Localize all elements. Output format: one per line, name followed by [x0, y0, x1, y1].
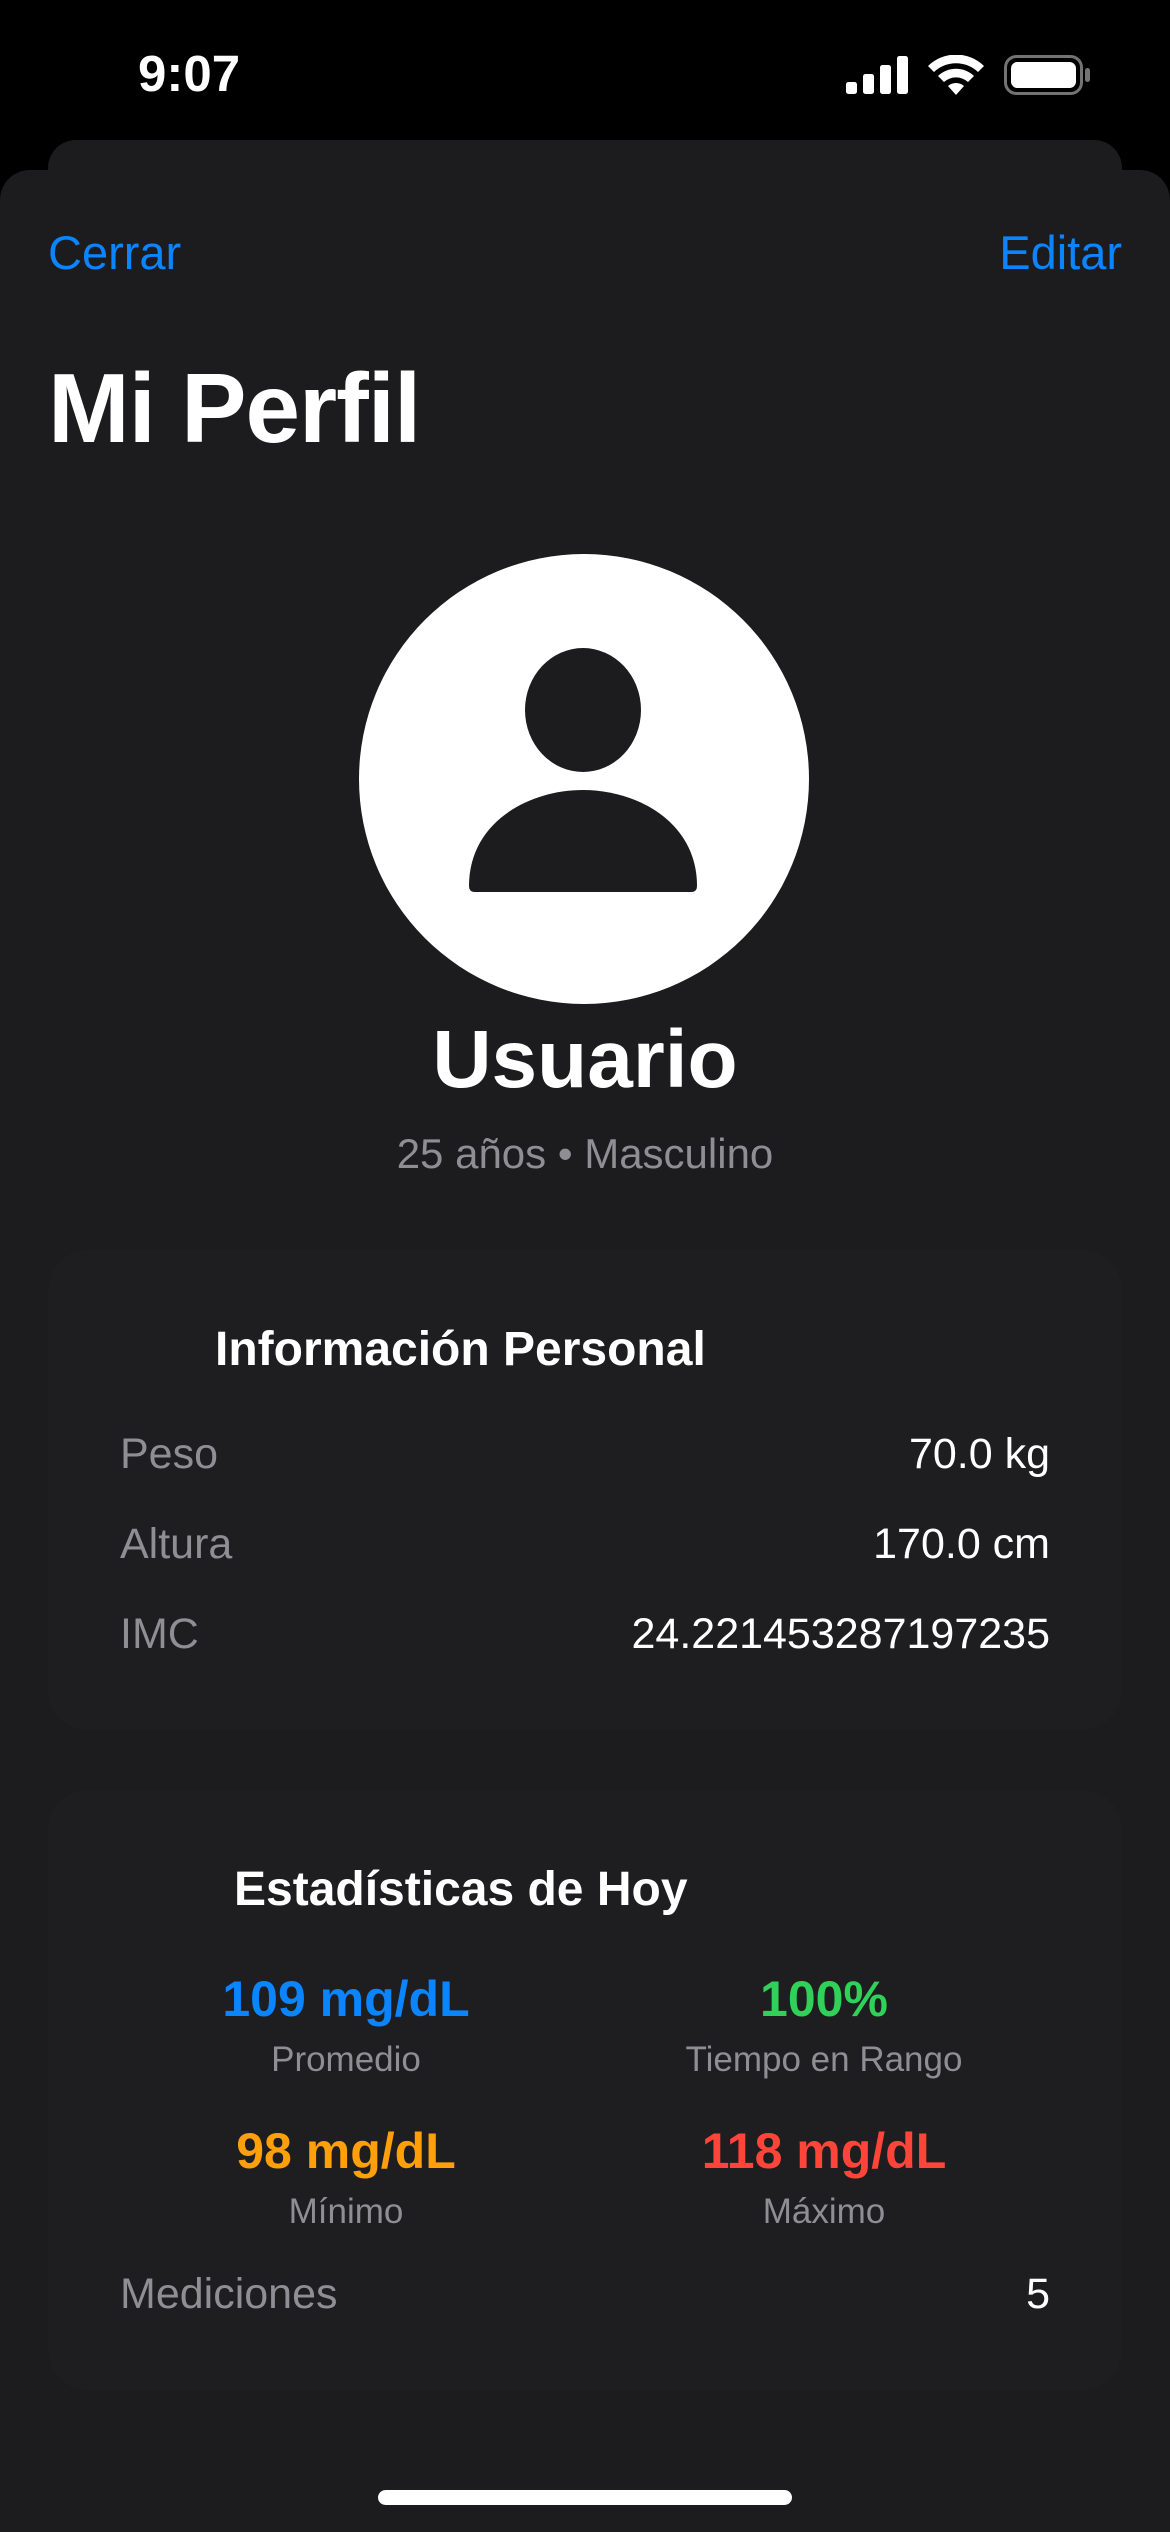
close-button[interactable]: Cerrar [48, 225, 181, 280]
minimum-value: 98 mg/dL [236, 2123, 456, 2179]
measurements-label: Mediciones [120, 2270, 338, 2318]
home-indicator [378, 2490, 792, 2505]
wifi-icon [928, 54, 984, 100]
personal-info-title: Información Personal [215, 1323, 706, 1376]
cellular-signal-icon [846, 55, 908, 99]
status-time: 9:07 [138, 45, 241, 102]
stats-title: Estadísticas de Hoy [234, 1863, 688, 1916]
edit-button[interactable]: Editar [999, 225, 1122, 280]
average-label: Promedio [271, 2040, 421, 2079]
bmi-label: IMC [120, 1610, 199, 1658]
page-title: Mi Perfil [48, 353, 421, 463]
personal-info-card: Información Personal Peso 70.0 kg Altura… [48, 1250, 1122, 1730]
weight-value: 70.0 kg [908, 1430, 1050, 1478]
person-icon [359, 648, 809, 1008]
average-value: 109 mg/dL [222, 1971, 470, 2027]
maximum-label: Máximo [762, 2192, 886, 2231]
time-in-range-value: 100% [760, 1971, 888, 2027]
weight-label: Peso [120, 1430, 219, 1478]
user-meta: 25 años • Masculino [396, 1130, 774, 1177]
bmi-value: 24.221453287197235 [631, 1610, 1051, 1658]
height-label: Altura [120, 1520, 233, 1568]
user-name: Usuario [432, 1014, 738, 1105]
status-icons [846, 54, 1090, 100]
avatar [359, 554, 809, 1004]
status-bar: 9:07 [0, 0, 1170, 150]
minimum-label: Mínimo [288, 2192, 404, 2231]
time-in-range-label: Tiempo en Rango [685, 2040, 963, 2079]
battery-icon [1004, 54, 1090, 100]
height-value: 170.0 cm [873, 1520, 1050, 1568]
stats-card: Estadísticas de Hoy 109 mg/dL Promedio 1… [48, 1790, 1122, 2390]
measurements-value: 5 [1026, 2270, 1050, 2318]
maximum-value: 118 mg/dL [701, 2123, 947, 2179]
